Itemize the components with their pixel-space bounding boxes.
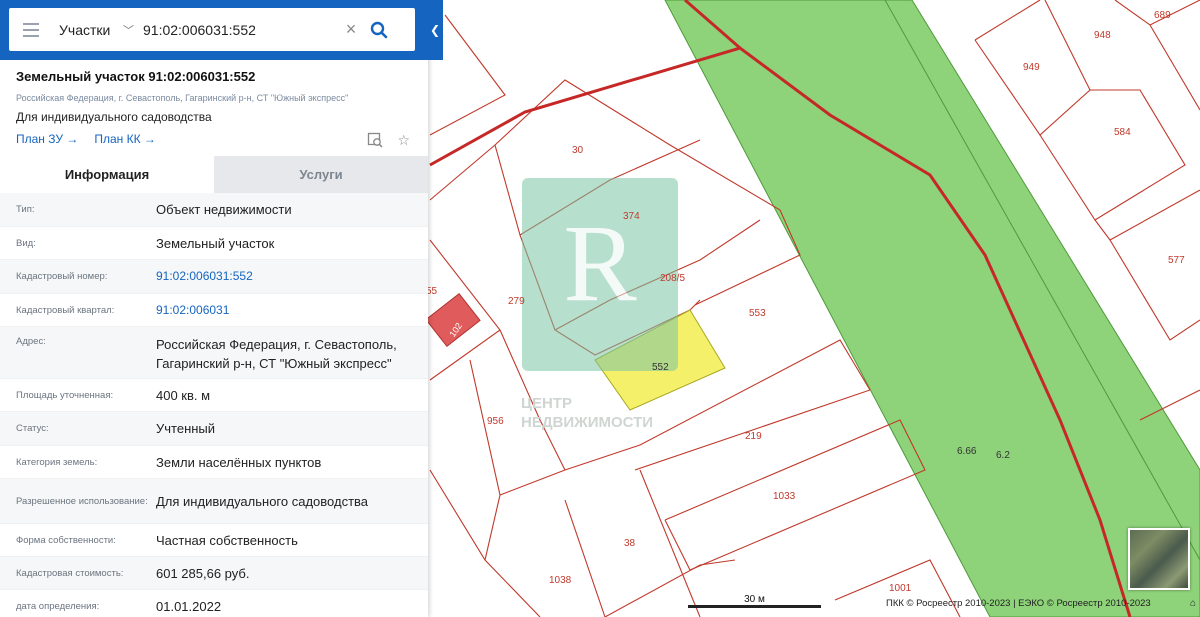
info-row: Статус: Учтенный [0,412,428,446]
info-key: Тип: [16,204,35,215]
parcel-label[interactable]: 948 [1094,30,1111,41]
search-icon[interactable] [364,15,394,45]
info-table: Тип: Объект недвижимости Вид: Земельный … [0,193,428,617]
tabs: Информация Услуги [0,156,428,193]
collapse-panel-button[interactable]: ❮ [427,0,443,60]
plan-zu-link[interactable]: План ЗУ → [16,132,78,146]
info-key: Кадастровый номер: [16,271,108,282]
side-panel: Участки ﹀ × Земельный участок 91:02:0060… [0,0,428,617]
info-key: Площадь уточненная: [16,389,114,401]
scale-label: 30 м [744,594,765,605]
info-value: Земельный участок [156,235,275,251]
info-row: Тип: Объект недвижимости [0,193,428,227]
info-row: Площадь уточненная: 400 кв. м [0,379,428,412]
locate-icon[interactable] [367,132,383,151]
red-parcel-label: 102 [447,321,464,339]
info-row: Адрес: Российская Федерация, г. Севастоп… [0,327,428,379]
info-key: Форма собственности: [16,534,116,546]
parcel-label[interactable]: 30 [572,145,584,156]
parcel-label-selected[interactable]: 552 [652,362,669,373]
info-value: 01.01.2022 [156,598,222,614]
scale-bar: 30 м [688,594,821,610]
object-use: Для индивидуального садоводства [16,110,212,124]
cadastral-number-link[interactable]: 91:02:006031:552 [156,267,428,286]
info-value: 400 кв. м [156,387,211,403]
info-row: Кадастровый номер: 91:02:006031:552 [0,260,428,294]
watermark-text: НЕДВИЖИМОСТИ [521,414,653,431]
header-icons: ☆ [367,132,410,151]
info-row: дата определения: 01.01.2022 [0,590,428,617]
parcel-label[interactable]: 38 [624,538,636,549]
search-bar: Участки ﹀ × [0,0,428,60]
info-value: Земли населённых пунктов [156,454,322,470]
search-input[interactable] [143,21,338,38]
parcel-label[interactable]: 279 [508,296,525,307]
parcel-label[interactable]: 577 [1168,255,1185,266]
parcel-label[interactable]: 553 [749,308,766,319]
star-icon[interactable]: ☆ [397,132,410,151]
info-key: дата определения: [16,600,100,612]
parcel-label[interactable]: 584 [1114,127,1131,138]
tab-services[interactable]: Услуги [214,156,428,193]
satellite-layer-toggle[interactable] [1128,528,1190,590]
chevron-down-icon[interactable]: ﹀ [123,22,143,38]
info-value: Для индивидуального садоводства [156,493,369,509]
info-row: Кадастровый квартал: 91:02:006031 [0,294,428,327]
zone-label: 6.66 [957,446,977,457]
info-key: Категория земель: [16,456,98,468]
info-key: Кадастровый квартал: [16,304,115,316]
info-key: Адрес: [16,336,46,347]
search-type-select[interactable]: Участки [53,22,123,38]
object-title: Земельный участок 91:02:006031:552 [16,69,256,84]
watermark-text: ЦЕНТР [521,395,572,412]
info-row: Разрешенное использование: Для индивидуа… [0,479,428,524]
search-box: Участки ﹀ × [9,8,415,51]
parcel-label[interactable]: 956 [487,416,504,427]
info-row: Вид: Земельный участок [0,227,428,260]
info-value: Учтенный [156,421,216,436]
parcel-label[interactable]: 1001 [889,583,912,594]
info-key: Вид: [16,237,36,249]
plan-kk-link[interactable]: План КК → [94,132,156,146]
scale-line [688,605,821,608]
info-value: Частная собственность [156,532,298,548]
parcel-label[interactable]: 689 [1154,10,1171,21]
info-row: Кадастровая стоимость: 601 285,66 руб. [0,557,428,590]
home-icon[interactable]: ⌂ [1190,598,1196,609]
info-value: Российская Федерация, г. Севастополь, Га… [156,337,397,371]
cadastral-quarter-link[interactable]: 91:02:006031 [156,301,428,320]
info-value: Объект недвижимости [156,202,292,217]
tab-information[interactable]: Информация [0,156,214,193]
attribution-text: ПКК © Росреестр 2010-2023 | ЕЭКО © Росре… [886,598,1151,609]
zone-label: 6.2 [996,450,1010,461]
menu-icon[interactable] [9,8,53,51]
parcel-label[interactable]: 219 [745,431,762,442]
parcel-label[interactable]: 1033 [773,491,796,502]
parcel-label[interactable]: 1038 [549,575,572,586]
info-key: Разрешенное использование: [16,495,148,507]
close-icon[interactable]: × [338,19,364,40]
plan-links: План ЗУ → План КК → [16,132,412,146]
parcel-label[interactable]: 374 [623,211,640,222]
info-key: Статус: [16,423,49,434]
info-row: Категория земель: Земли населённых пункт… [0,446,428,479]
object-address: Российская Федерация, г. Севастополь, Га… [16,93,349,103]
info-row: Форма собственности: Частная собственнос… [0,524,428,557]
object-header: Земельный участок 91:02:006031:552 Росси… [0,60,428,156]
parcel-label[interactable]: 208/5 [660,273,685,284]
info-key: Кадастровая стоимость: [16,567,124,579]
parcel-label[interactable]: 949 [1023,62,1040,73]
info-value: 601 285,66 руб. [156,565,250,581]
